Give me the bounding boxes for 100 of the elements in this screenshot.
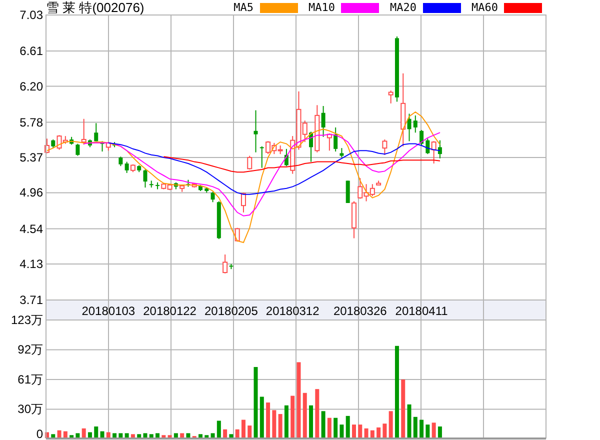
candlestick [94, 122, 98, 142]
volume-bar [407, 404, 412, 438]
volume-bar [124, 433, 129, 438]
volume-bar [315, 389, 320, 438]
candlestick [340, 148, 344, 158]
volume-bar [309, 405, 314, 438]
volume-bar [100, 431, 104, 438]
volume-bar [186, 433, 190, 438]
volume-bar [180, 433, 184, 438]
volume-bar [340, 424, 344, 438]
axis-label: 7.03 [20, 8, 43, 22]
candlestick [137, 164, 142, 173]
candlestick [210, 191, 215, 203]
axis-label: 30万 [18, 402, 43, 416]
volume-bar [106, 432, 110, 438]
volume-bar [198, 434, 202, 438]
volume-bar [302, 392, 307, 438]
volume-bar [432, 422, 436, 438]
volume-bar [76, 433, 80, 438]
candlestick [420, 130, 424, 146]
volume-bar [57, 430, 62, 438]
volume-bar [413, 416, 418, 438]
volume-bar [118, 433, 123, 438]
candlestick [118, 156, 123, 167]
volume-bar [235, 429, 240, 438]
date-label: 20180411 [395, 304, 448, 318]
volume-bar [438, 426, 442, 438]
volume-bar [352, 424, 356, 438]
candlestick [149, 180, 154, 188]
axis-label: 5.37 [20, 150, 43, 164]
volume-bar [401, 379, 406, 438]
candlestick [44, 138, 50, 154]
axis-label: 4.96 [20, 186, 43, 200]
candlestick [413, 114, 418, 134]
volume-bar [223, 429, 228, 438]
date-label: 20180205 [204, 304, 258, 318]
candlestick [254, 110, 258, 153]
volume-bar [174, 433, 178, 438]
date-label: 20180326 [333, 304, 387, 318]
volume-bar [112, 433, 117, 438]
legend-label: MA5 [234, 1, 254, 14]
volume-bar [130, 434, 135, 438]
volume-bar [370, 430, 374, 438]
volume-bar [94, 426, 98, 438]
volume-bar [216, 420, 221, 438]
volume-bar [51, 434, 56, 438]
volume-bar [321, 411, 326, 438]
volume-bar [248, 426, 252, 438]
date-label: 20180103 [82, 304, 136, 318]
volume-bar [63, 431, 68, 438]
volume-bar [137, 434, 142, 438]
candlestick [382, 138, 388, 156]
volume-bar [278, 414, 282, 438]
volume-bar [143, 433, 148, 438]
axis-label: 4.54 [20, 222, 43, 236]
axis-label: 3.71 [20, 293, 43, 307]
axis-label: 123万 [10, 313, 43, 327]
candlestick [334, 126, 338, 152]
candlestick [216, 200, 221, 240]
legend-label: MA10 [308, 1, 335, 14]
volume-bar [266, 402, 270, 438]
volume-bar [388, 411, 393, 438]
date-label: 20180122 [143, 304, 196, 318]
axis-label: 0 [36, 427, 43, 440]
candlestick [198, 184, 202, 192]
volume-bar [168, 435, 172, 438]
axis-label: 6.61 [20, 44, 43, 58]
volume-bar [156, 433, 160, 438]
volume-bar [364, 428, 368, 438]
volume-bar [284, 405, 288, 438]
date-label: 20180312 [266, 304, 320, 318]
volume-bar [88, 432, 92, 438]
volume-bar [420, 420, 424, 438]
axis-label: 92万 [18, 342, 43, 357]
volume-bar [334, 418, 338, 438]
volume-bar [162, 435, 166, 438]
volume-bar [204, 435, 209, 438]
volume-bar [241, 420, 246, 438]
candlestick [234, 227, 240, 242]
candlestick [247, 155, 252, 170]
axis-label: 61万 [18, 372, 43, 386]
candlestick [112, 142, 117, 148]
candlestick [346, 180, 350, 204]
volume-bar [346, 416, 350, 438]
volume-bar [382, 424, 387, 438]
volume-bar [426, 424, 430, 438]
volume-bar [272, 410, 276, 438]
axis-label: 5.78 [20, 115, 43, 130]
volume-bar [210, 433, 215, 438]
volume-bar [229, 434, 234, 438]
volume-bar [358, 424, 362, 438]
legend-label: MA60 [472, 1, 498, 14]
volume-bar [82, 428, 86, 438]
volume-bar [327, 418, 332, 438]
candlestick [143, 169, 148, 188]
stock-title: 雪 莱 特(002076) [46, 0, 144, 15]
volume-bar [376, 427, 381, 438]
legend-label: MA20 [390, 1, 416, 14]
volume-bar [260, 396, 264, 438]
volume-bar [70, 435, 74, 438]
